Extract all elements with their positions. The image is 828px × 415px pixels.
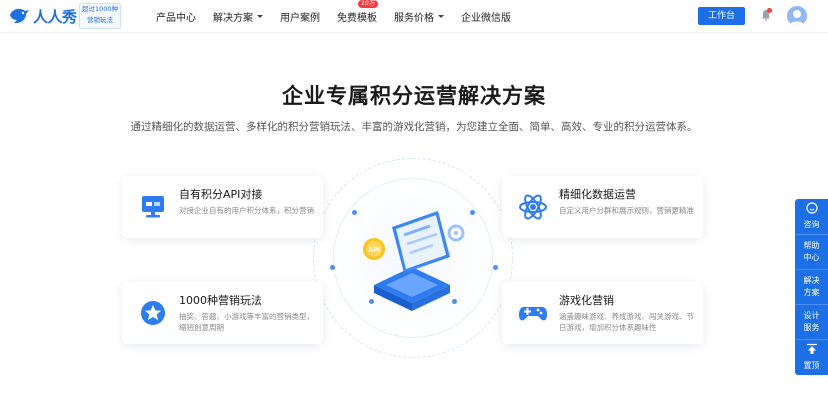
- top-navbar: 人人秀 超过1000种 营销玩法 产品中心 解决方案 用户案例 免费模板 10万 …: [0, 0, 828, 33]
- sidebar-back-to-top[interactable]: 置顶: [795, 340, 828, 375]
- chevron-down-icon: [257, 15, 263, 18]
- logo-badge: 超过1000种 营销玩法: [79, 3, 121, 29]
- floating-sidebar: 咨询 帮助中心 解决方案 设计服务 置顶: [795, 199, 828, 375]
- main-nav: 产品中心 解决方案 用户案例 免费模板 10万 服务价格 企业微信版: [156, 0, 528, 33]
- star-badge-icon: [141, 301, 165, 325]
- badge-line-2: 营销玩法: [87, 16, 113, 24]
- sidebar-help-center[interactable]: 帮助中心: [795, 235, 828, 270]
- avatar[interactable]: [787, 6, 807, 26]
- nav-label: 企业微信版: [461, 13, 511, 24]
- feature-card-game: 游戏化营销 涵盖趣味游戏、养成游戏、闯关游戏、节日游戏，增加积分体系趣味性: [502, 282, 703, 344]
- chat-icon: [805, 202, 818, 214]
- card-title: 1000种营销玩法: [179, 294, 262, 307]
- feature-card-api: 自有积分API对接 对接企业自有的用户积分体系，积分营销: [122, 176, 323, 238]
- nav-item-cases[interactable]: 用户案例: [280, 9, 320, 24]
- sidebar-label: 解决方案: [803, 276, 820, 297]
- orbit-dot: [493, 265, 498, 270]
- nav-label: 服务价格: [394, 13, 434, 24]
- sidebar-label: 置顶: [803, 361, 820, 370]
- logo-text: 人人秀: [33, 7, 77, 26]
- sidebar-label: 设计服务: [803, 311, 820, 332]
- card-title: 游戏化营销: [559, 294, 614, 307]
- api-connect-icon: [142, 196, 164, 218]
- nav-item-pricing[interactable]: 服务价格: [394, 9, 444, 24]
- arrow-up-icon: [806, 343, 817, 354]
- brand-logo[interactable]: 人人秀: [8, 5, 77, 27]
- gamepad-icon: [519, 307, 547, 321]
- api-coin-label: API: [368, 247, 380, 254]
- atom-icon: [519, 194, 547, 220]
- api-illustration: API: [363, 211, 465, 311]
- sidebar-solutions[interactable]: 解决方案: [795, 270, 828, 305]
- bird-logo-icon: [10, 8, 29, 24]
- nav-item-wecom[interactable]: 企业微信版: [461, 9, 511, 24]
- feature-card-data: 精细化数据运营 自定义用户分群和展示规则，营销更精准: [502, 176, 703, 238]
- card-desc: 自定义用户分群和展示规则，营销更精准: [559, 206, 694, 215]
- feature-card-marketing: 1000种营销玩法 抽奖、答题、小游戏等丰富的营销类型，缩短创意周期: [122, 282, 323, 344]
- page-subtitle: 通过精细化的数据运营、多样化的积分营销玩法、丰富的游戏化营销，为您建立全面、简单…: [130, 121, 698, 133]
- card-title: 精细化数据运营: [559, 188, 636, 201]
- nav-item-products[interactable]: 产品中心: [156, 9, 196, 24]
- orbit-dot: [330, 265, 335, 270]
- sidebar-design-service[interactable]: 设计服务: [795, 305, 828, 340]
- nav-label: 产品中心: [156, 13, 196, 24]
- sidebar-consult[interactable]: 咨询: [795, 199, 828, 235]
- badge-line-1: 超过1000种: [81, 5, 119, 13]
- nav-label: 用户案例: [280, 13, 320, 24]
- avatar-icon: [789, 10, 805, 26]
- nav-label: 免费模板: [337, 13, 377, 24]
- nav-item-templates[interactable]: 免费模板 10万: [337, 0, 378, 24]
- sidebar-label: 帮助中心: [803, 241, 820, 262]
- workbench-button[interactable]: 工作台: [698, 7, 745, 25]
- sidebar-label: 咨询: [803, 220, 820, 229]
- card-title: 自有积分API对接: [179, 188, 263, 201]
- card-desc: 对接企业自有的用户积分体系，积分营销: [179, 206, 314, 215]
- chevron-down-icon: [438, 15, 444, 18]
- templates-count-badge: 10万: [358, 0, 378, 8]
- card-desc: 涵盖趣味游戏、养成游戏、闯关游戏、节日游戏，增加积分体系趣味性: [559, 312, 694, 332]
- page-title: 企业专属积分运营解决方案: [282, 84, 546, 108]
- nav-item-solutions[interactable]: 解决方案: [213, 9, 263, 24]
- card-desc: 抽奖、答题、小游戏等丰富的营销类型，缩短创意周期: [179, 312, 314, 332]
- notification-dot: [767, 8, 772, 13]
- nav-label: 解决方案: [213, 13, 253, 24]
